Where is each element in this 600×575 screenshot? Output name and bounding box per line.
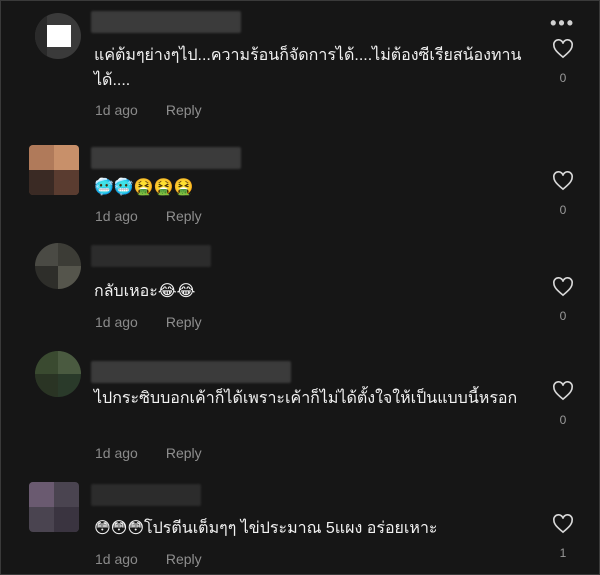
heart-icon: [553, 381, 573, 401]
avatar[interactable]: [35, 13, 81, 59]
comment-meta: 1d ago Reply: [95, 208, 202, 224]
like-button[interactable]: 1: [551, 514, 575, 560]
comment-text: กลับเหอะ😂😂: [94, 283, 196, 300]
like-button[interactable]: 0: [551, 171, 575, 217]
heart-icon: [553, 171, 573, 191]
comment-time: 1d ago: [95, 314, 138, 330]
comment-time: 1d ago: [95, 208, 138, 224]
heart-icon: [553, 39, 573, 59]
username[interactable]: [91, 484, 201, 506]
reply-button[interactable]: Reply: [166, 445, 202, 461]
comments-panel: ••• แค่ต้มๆย่างๆไป...ความร้อนก็จัดการได้…: [0, 0, 600, 575]
like-button[interactable]: 0: [551, 39, 575, 85]
comment-text: ไปกระซิบบอกเค้าก็ได้เพราะเค้าก็ไม่ได้ตั้…: [94, 390, 518, 407]
reply-button[interactable]: Reply: [166, 314, 202, 330]
like-button[interactable]: 0: [551, 381, 575, 427]
comment-text: แค่ต้มๆย่างๆไป...ความร้อนก็จัดการได้....…: [94, 47, 522, 89]
more-dots-icon[interactable]: •••: [550, 13, 575, 34]
avatar[interactable]: [35, 351, 81, 397]
comment-time: 1d ago: [95, 445, 138, 461]
heart-icon: [553, 277, 573, 297]
reply-button[interactable]: Reply: [166, 102, 202, 118]
avatar[interactable]: [29, 482, 79, 532]
comment-text: 😳😳😳โปรตีนเต็มๆๆ ไข่ประมาณ 5แผง อร่อยเหาะ: [94, 520, 438, 537]
comment-text: 🥶🥶🤮🤮🤮: [94, 175, 531, 200]
like-count: 0: [559, 309, 567, 323]
username[interactable]: [91, 245, 211, 267]
avatar[interactable]: [35, 243, 81, 289]
comment-meta: 1d ago Reply: [95, 314, 202, 330]
like-count: 1: [559, 546, 567, 560]
username[interactable]: [91, 147, 241, 169]
like-count: 0: [559, 203, 567, 217]
like-count: 0: [559, 71, 567, 85]
reply-button[interactable]: Reply: [166, 208, 202, 224]
username[interactable]: [91, 361, 291, 383]
comment-time: 1d ago: [95, 102, 138, 118]
heart-icon: [553, 514, 573, 534]
comment-emoji: 🥶🥶🤮🤮🤮: [94, 179, 194, 196]
like-button[interactable]: 0: [551, 277, 575, 323]
like-count: 0: [559, 413, 567, 427]
comment-meta: 1d ago Reply: [95, 102, 202, 118]
comment-time: 1d ago: [95, 551, 138, 567]
username[interactable]: [91, 11, 241, 33]
avatar[interactable]: [29, 145, 79, 195]
reply-button[interactable]: Reply: [166, 551, 202, 567]
comment-meta: 1d ago Reply: [95, 445, 202, 461]
comment-meta: 1d ago Reply: [95, 551, 202, 567]
